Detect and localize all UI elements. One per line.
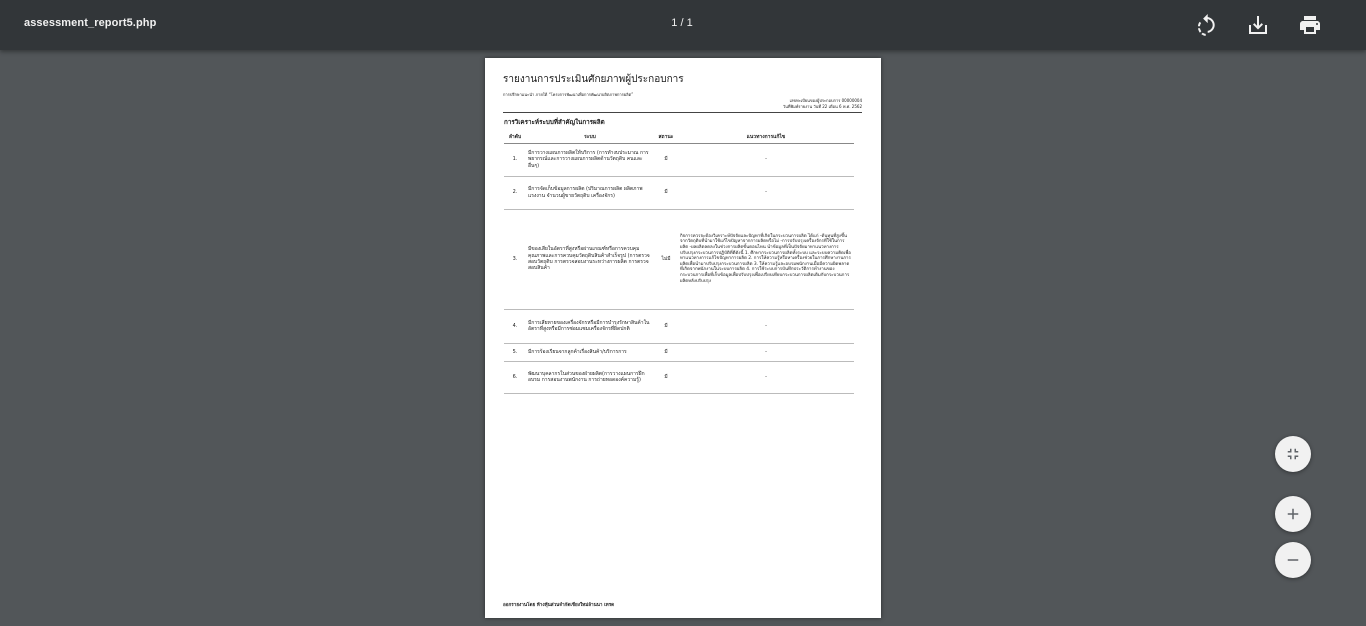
row-system: มีของเสียในอัตราที่สูงหรือผ่านเกณฑ์หรือก… [526,209,654,310]
print-button[interactable] [1294,9,1326,41]
row-system: มีการร้องเรียนจากลูกค้าเรื่องสินค้า/บริก… [526,343,654,362]
pdf-page: รายงานการประเมินศักยภาพผู้ประกอบการ การป… [485,58,881,618]
zoom-out-button[interactable] [1275,542,1311,578]
zoom-out-icon [1287,559,1299,561]
analysis-table: ลำดับ ระบบ สถานะ แนวทางการแก้ไข 1. มีการ… [504,131,854,394]
row-status: มี [654,309,678,344]
page-indicator: 1 / 1 [671,17,693,29]
rotate-button[interactable] [1190,9,1222,41]
table-row: 6. พัฒนาบุคลากรในส่วนของฝ่ายผลิต(การวางแ… [504,361,854,394]
row-system: มีการจัดเก็บข้อมูลการผลิต (ปริมาณการผลิต… [526,176,654,210]
column-header-solution: แนวทางการแก้ไข [678,131,854,144]
file-name: assessment_report5.php [24,17,157,29]
zoom-in-button[interactable] [1275,496,1311,532]
row-solution: - [678,176,854,210]
document-footer: ออกรายงานโดย ห้างหุ้นส่วนจำกัดเชียงใหม่ล… [503,603,615,608]
download-button[interactable] [1242,9,1274,41]
rotate-icon [1198,14,1215,36]
row-status: มี [654,343,678,362]
row-status: ไม่มี [654,209,678,310]
table-row: 5. มีการร้องเรียนจากลูกค้าเรื่องสินค้า/บ… [504,343,854,362]
document-title: รายงานการประเมินศักยภาพผู้ประกอบการ [503,74,684,85]
row-number: 3. [504,209,526,310]
row-system: พัฒนาบุคลากรในส่วนของฝ่ายผลิต(การวางแผนก… [526,361,654,394]
row-system: มีการวางแผนการผลิตให้บริการ (การทำงบประม… [526,143,654,177]
fit-to-page-icon [1287,448,1299,460]
download-icon [1249,16,1267,34]
print-icon [1300,16,1320,34]
table-header-row: ลำดับ ระบบ สถานะ แนวทางการแก้ไข [504,131,854,144]
zoom-in-icon [1287,508,1299,520]
print-date: วันที่พิมพ์รายงาน วันที่ 22 เดือน 6 พ.ศ.… [782,104,862,109]
row-number: 4. [504,309,526,344]
row-solution: - [678,309,854,344]
document-meta: เลขทะเบียนของผู้ประกอบการ 00000004 วันที… [783,98,862,110]
column-header-status: สถานะ [654,131,678,144]
document-subtitle: การปรึกษาแนะนำ ภายใต้ “โครงการพัฒนาเพื่อ… [503,92,634,97]
table-row: 2. มีการจัดเก็บข้อมูลการผลิต (ปริมาณการผ… [504,176,854,210]
row-status: มี [654,176,678,210]
table-row: 3. มีของเสียในอัตราที่สูงหรือผ่านเกณฑ์หร… [504,209,854,310]
row-solution: - [678,143,854,177]
row-number: 5. [504,343,526,362]
row-number: 2. [504,176,526,210]
row-solution: กิจการควรจะต้องวิเคราะห์ปัจจัยและปัญหาที… [678,209,854,310]
row-system: มีการเสียหายของเครื่องจักรหรือมีการบำรุง… [526,309,654,344]
row-solution: - [678,343,854,362]
row-number: 1. [504,143,526,177]
column-header-no: ลำดับ [504,131,526,144]
table-row: 1. มีการวางแผนการผลิตให้บริการ (การทำงบป… [504,143,854,177]
header-divider [503,112,862,113]
row-status: มี [654,361,678,394]
fit-to-page-button[interactable] [1275,436,1311,472]
table-row: 4. มีการเสียหายของเครื่องจักรหรือมีการบำ… [504,309,854,344]
section-title: การวิเคราะห์ระบบที่สำคัญในการผลิต [504,119,605,126]
pdf-toolbar: assessment_report5.php 1 / 1 [0,0,1366,50]
row-number: 6. [504,361,526,394]
row-status: มี [654,143,678,177]
column-header-system: ระบบ [526,131,654,144]
row-solution: - [678,361,854,394]
